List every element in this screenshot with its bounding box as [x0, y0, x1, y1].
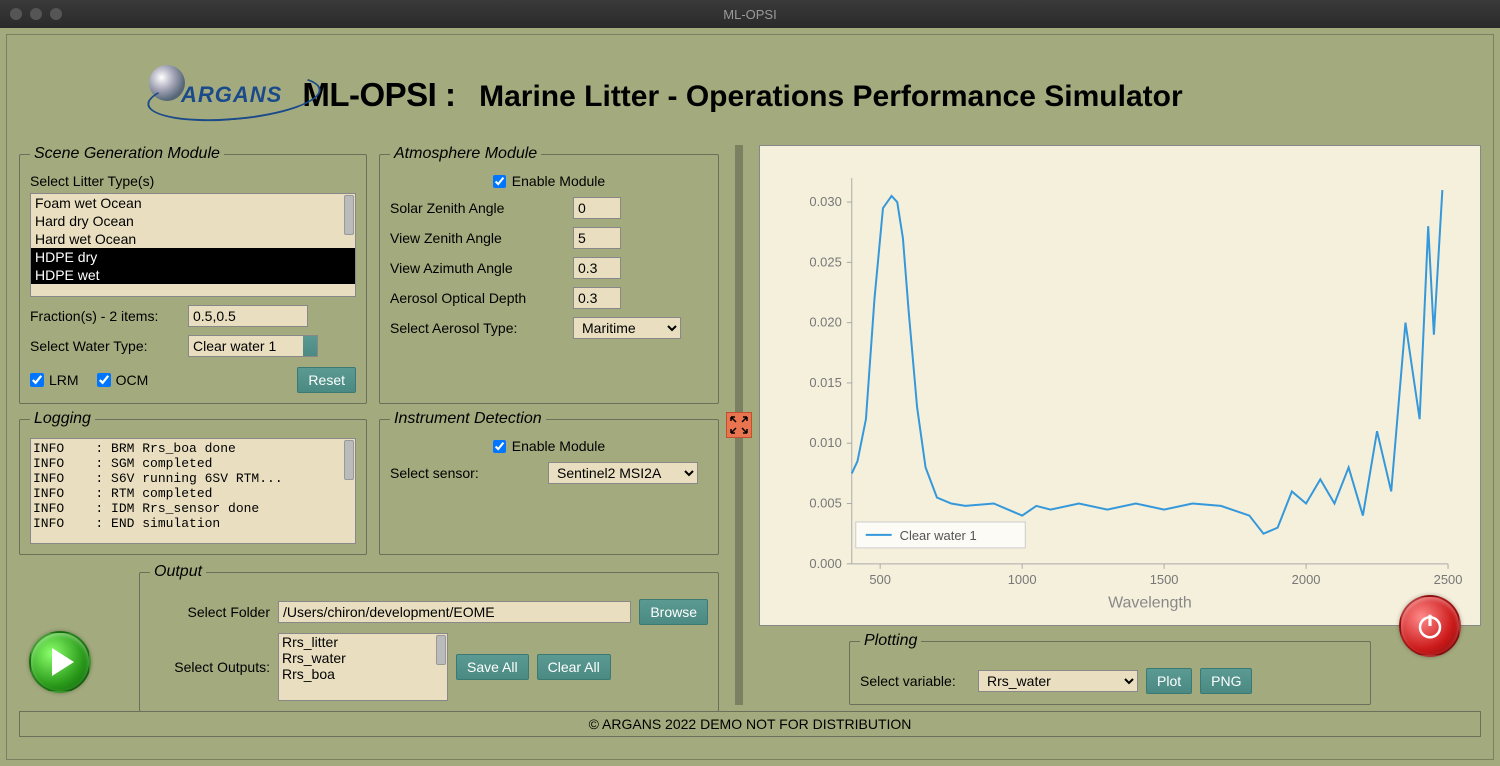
litter-listbox[interactable]: Foam wet OceanHard dry OceanHard wet Oce… [30, 193, 356, 297]
out-scrollbar[interactable] [436, 635, 446, 665]
title-bar: ML-OPSI [0, 0, 1500, 28]
atmo-param-label: Solar Zenith Angle [390, 200, 565, 216]
svg-text:0.005: 0.005 [809, 496, 841, 511]
svg-text:0.030: 0.030 [809, 194, 841, 209]
clear-all-button[interactable]: Clear All [537, 654, 611, 680]
sensor-select[interactable]: Sentinel2 MSI2A [548, 462, 698, 484]
plotting-module: Plotting Select variable: Rrs_water Plot… [849, 632, 1371, 705]
logo-text: ARGANS [181, 82, 282, 107]
atmo-param-label: View Zenith Angle [390, 230, 565, 246]
svg-text:1500: 1500 [1150, 572, 1179, 587]
chart-area: 0.000 0.005 0.010 0.015 0.020 0.025 0.030 500 10… [759, 145, 1481, 626]
lrm-checkbox[interactable]: LRM [30, 372, 79, 388]
svg-text:Wavelength: Wavelength [1108, 595, 1192, 612]
chart-svg: 0.000 0.005 0.010 0.015 0.020 0.025 0.030 500 10… [772, 158, 1468, 614]
plotting-legend: Plotting [860, 632, 921, 650]
litter-option[interactable]: Hard wet Ocean [31, 230, 355, 248]
log-output: INFO : BRM Rrs_boa done INFO : SGM compl… [30, 438, 356, 544]
aerosol-label: Select Aerosol Type: [390, 320, 565, 336]
variable-select[interactable]: Rrs_water [978, 670, 1138, 692]
svg-text:500: 500 [869, 572, 891, 587]
logging-legend: Logging [30, 410, 95, 428]
expand-icon[interactable] [726, 412, 752, 438]
output-legend: Output [150, 563, 206, 581]
run-button[interactable] [29, 631, 91, 693]
svg-text:Clear water 1: Clear water 1 [900, 528, 977, 543]
reset-button[interactable]: Reset [297, 367, 356, 393]
litter-option[interactable]: HDPE wet [31, 266, 355, 284]
water-type-label: Select Water Type: [30, 338, 180, 354]
instrument-detection-module: Instrument Detection Enable Module Selec… [379, 410, 719, 555]
svg-text:0.025: 0.025 [809, 254, 841, 269]
save-all-button[interactable]: Save All [456, 654, 529, 680]
atmo-param-label: View Azimuth Angle [390, 260, 565, 276]
outputs-listbox[interactable]: Rrs_litterRrs_waterRrs_boa [278, 633, 448, 701]
atmo-param-label: Aerosol Optical Depth [390, 290, 565, 306]
svg-text:0.020: 0.020 [809, 315, 841, 330]
logo: ARGANS [139, 77, 282, 113]
png-button[interactable]: PNG [1200, 668, 1252, 694]
svg-text:0.000: 0.000 [809, 556, 841, 571]
atmo-param-input[interactable] [573, 197, 621, 219]
logging-module: Logging INFO : BRM Rrs_boa done INFO : S… [19, 410, 367, 555]
instr-enable-checkbox[interactable] [493, 440, 506, 453]
traffic-light-max[interactable] [50, 8, 62, 20]
atmo-param-input[interactable] [573, 257, 621, 279]
svg-text:0.010: 0.010 [809, 435, 841, 450]
ocm-checkbox[interactable]: OCM [97, 372, 149, 388]
water-type-select[interactable]: Clear water 1 [188, 335, 318, 357]
log-scrollbar[interactable] [344, 440, 354, 480]
outputs-label: Select Outputs: [150, 659, 270, 675]
folder-label: Select Folder [150, 604, 270, 620]
output-module: Output Select Folder Browse Select Outpu… [139, 563, 719, 712]
variable-label: Select variable: [860, 673, 970, 689]
browse-button[interactable]: Browse [639, 599, 708, 625]
scene-generation-module: Scene Generation Module Select Litter Ty… [19, 145, 367, 404]
lrm-check-input[interactable] [30, 373, 44, 387]
fractions-input[interactable] [188, 305, 308, 327]
ocm-check-input[interactable] [97, 373, 111, 387]
fractions-label: Fraction(s) - 2 items: [30, 308, 180, 324]
plot-button[interactable]: Plot [1146, 668, 1192, 694]
scrollbar[interactable] [344, 195, 354, 235]
sensor-label: Select sensor: [390, 465, 540, 481]
splitter[interactable] [735, 145, 743, 705]
output-option[interactable]: Rrs_litter [279, 634, 447, 650]
svg-text:2500: 2500 [1434, 572, 1463, 587]
litter-label: Select Litter Type(s) [30, 173, 356, 189]
header: ARGANS ML-OPSI : Marine Litter - Operati… [19, 55, 1481, 145]
output-option[interactable]: Rrs_boa [279, 666, 447, 682]
window-title: ML-OPSI [723, 7, 776, 22]
atmo-enable-checkbox[interactable] [493, 175, 506, 188]
page-title-prefix: ML-OPSI : [302, 76, 455, 113]
traffic-light-close[interactable] [10, 8, 22, 20]
litter-option[interactable]: HDPE dry [31, 248, 355, 266]
instr-legend: Instrument Detection [390, 410, 546, 428]
traffic-light-min[interactable] [30, 8, 42, 20]
output-option[interactable]: Rrs_water [279, 650, 447, 666]
scene-legend: Scene Generation Module [30, 145, 224, 163]
folder-input[interactable] [278, 601, 631, 623]
litter-option[interactable]: Foam wet Ocean [31, 194, 355, 212]
atmosphere-module: Atmosphere Module Enable Module Solar Ze… [379, 145, 719, 404]
instr-enable-label: Enable Module [512, 438, 605, 454]
atmo-enable-label: Enable Module [512, 173, 605, 189]
page-title-suffix: Marine Litter - Operations Performance S… [479, 80, 1183, 113]
atmo-param-input[interactable] [573, 227, 621, 249]
atmo-legend: Atmosphere Module [390, 145, 541, 163]
svg-text:0.015: 0.015 [809, 375, 841, 390]
svg-text:1000: 1000 [1008, 572, 1037, 587]
footer: © ARGANS 2022 DEMO NOT FOR DISTRIBUTION [19, 711, 1481, 737]
aerosol-select[interactable]: Maritime [573, 317, 681, 339]
atmo-param-input[interactable] [573, 287, 621, 309]
power-button[interactable] [1399, 595, 1461, 657]
svg-text:2000: 2000 [1292, 572, 1321, 587]
litter-option[interactable]: Hard dry Ocean [31, 212, 355, 230]
